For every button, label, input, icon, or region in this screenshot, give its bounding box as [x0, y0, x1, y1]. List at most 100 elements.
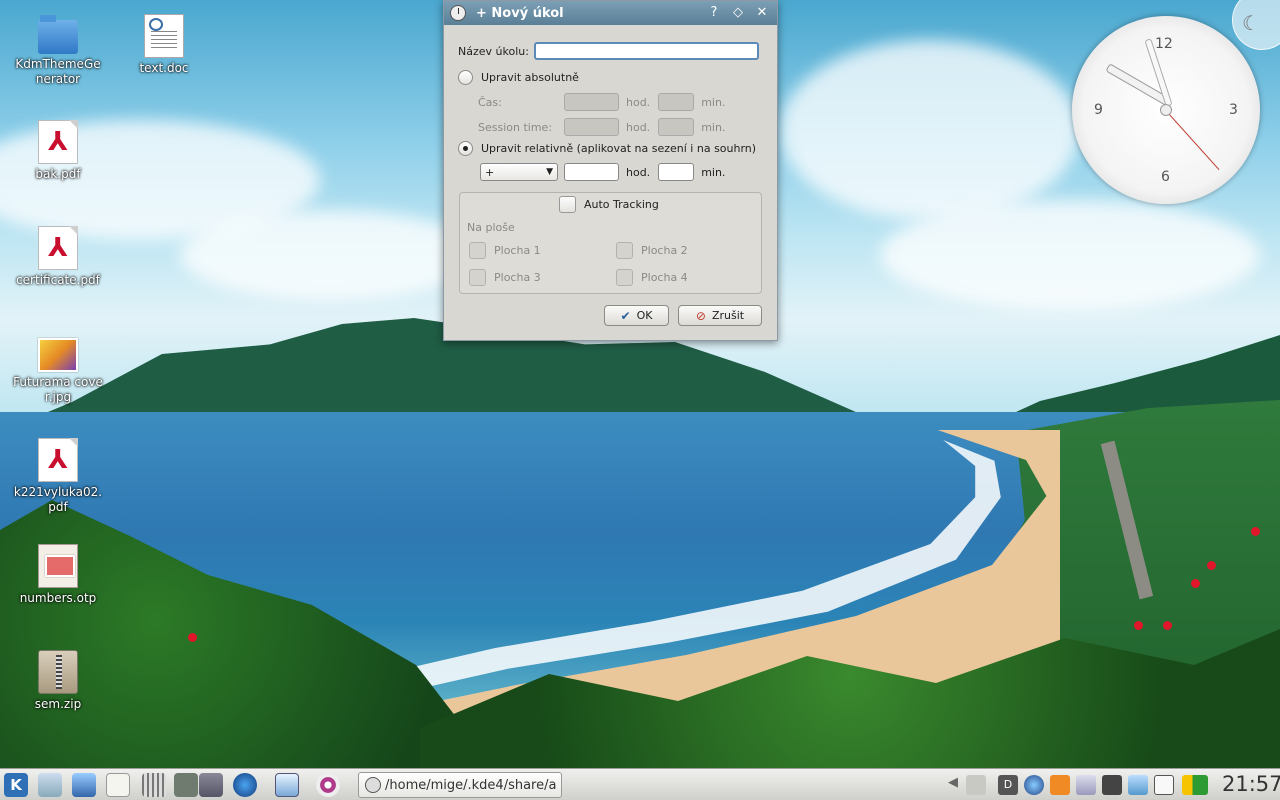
desktop-icon-sem-zip[interactable]: sem.zip [13, 650, 103, 712]
desktop-2-checkbox [616, 242, 633, 259]
task-button-ktimetracker[interactable]: /home/mige/.kde4/share/a [358, 772, 562, 798]
desktop-icon-label: KdmThemeGenerator [15, 57, 101, 86]
desktop-1-option: Plocha 1 [469, 242, 541, 259]
desktop-icon-label: text.doc [139, 61, 189, 75]
relative-radio[interactable] [458, 141, 473, 156]
desktop-1-checkbox [469, 242, 486, 259]
desktop-4-label: Plocha 4 [641, 271, 688, 284]
cancel-label: Zrušit [711, 309, 745, 322]
relative-sign-value: + [485, 165, 495, 179]
show-hidden-icon[interactable]: ◀ [948, 775, 960, 795]
text-editor-icon[interactable] [106, 773, 130, 797]
time-minutes-input [658, 93, 695, 111]
relative-minutes-input[interactable] [658, 163, 695, 181]
checkmark-icon: ✔ [620, 308, 631, 323]
desktop-icon-k221vyluka02-pdf[interactable]: k221vyluka02.pdf [13, 438, 103, 515]
desktop-icon-label: Futurama cover.jpg [13, 375, 103, 404]
desktop-icon-bak-pdf[interactable]: bak.pdf [13, 120, 103, 182]
dictionary-icon[interactable]: D [998, 775, 1018, 795]
desktop-icon-kdmthemegenerator[interactable]: KdmThemeGenerator [13, 14, 103, 87]
ktimetracker-task-icon [365, 777, 381, 793]
cloud [780, 40, 1080, 220]
task-name-input[interactable] [533, 42, 759, 60]
desktop-2-option: Plocha 2 [616, 242, 688, 259]
desktop-4-checkbox [616, 269, 633, 286]
download-icon[interactable] [1128, 775, 1148, 795]
relative-inputs-row: + ▼ hod. min. [480, 163, 725, 181]
home-folder-icon[interactable] [72, 773, 96, 797]
new-task-dialog: + Nový úkol ? ◇ ✕ Název úkolu: Upravit a… [443, 0, 778, 341]
desktop-icon-label: sem.zip [34, 697, 82, 711]
printer-icon[interactable] [1102, 775, 1122, 795]
image-icon [38, 338, 78, 372]
clock-center-cap [1160, 104, 1172, 116]
auto-tracking-label: Auto Tracking [584, 198, 659, 211]
desktop-icon-numbers-otp[interactable]: numbers.otp [13, 544, 103, 606]
session-hours-input [564, 118, 619, 136]
flower [1251, 527, 1260, 536]
desktop-3-label: Plocha 3 [494, 271, 541, 284]
computer-icon[interactable] [38, 773, 62, 797]
kde-menu-icon[interactable]: K [4, 773, 28, 797]
battery-icon[interactable] [1182, 775, 1208, 795]
pager-icon[interactable] [199, 773, 223, 797]
cancel-button[interactable]: ⊘ Zrušit [678, 305, 762, 326]
analog-clock-widget[interactable]: 12 3 6 9 [1072, 16, 1260, 204]
session-minutes-input [658, 118, 695, 136]
flower [1163, 621, 1172, 630]
desktop-3-option: Plocha 3 [469, 269, 541, 286]
task-name-row: Název úkolu: [458, 42, 759, 60]
network-icon[interactable] [1024, 775, 1044, 795]
help-button[interactable]: ? [705, 4, 723, 22]
presentation-icon [38, 544, 78, 588]
time-row: Čas: hod. min. [478, 93, 725, 111]
clipboard-icon[interactable] [1076, 775, 1096, 795]
notes-icon[interactable] [275, 773, 299, 797]
absolute-option[interactable]: Upravit absolutně [458, 70, 579, 85]
shade-button[interactable]: ◇ [729, 4, 747, 22]
desktop-group-label: Na ploše [467, 221, 515, 234]
eye-icon[interactable] [316, 773, 340, 797]
volume-icon[interactable] [966, 775, 986, 795]
desktop-icon-label: bak.pdf [35, 167, 81, 181]
absolute-radio[interactable] [458, 70, 473, 85]
session-time-row: Session time: hod. min. [478, 118, 725, 136]
file-manager-icon[interactable] [174, 773, 198, 797]
session-minutes-unit: min. [701, 120, 726, 134]
dialog-titlebar[interactable]: + Nový úkol ? ◇ ✕ [444, 1, 777, 25]
flower [1207, 561, 1216, 570]
desktop-icon-futurama-cover[interactable]: Futurama cover.jpg [13, 332, 103, 405]
auto-tracking-option[interactable]: Auto Tracking [559, 196, 659, 213]
ok-button[interactable]: ✔ OK [604, 305, 669, 326]
relative-option[interactable]: Upravit relativně (aplikovat na sezení i… [458, 141, 756, 156]
flower [1134, 621, 1143, 630]
relative-label: Upravit relativně (aplikovat na sezení i… [481, 142, 757, 155]
desktop-3-checkbox [469, 269, 486, 286]
cloud [180, 210, 480, 300]
time-hours-unit: hod. [626, 95, 651, 109]
relative-hours-input[interactable] [564, 163, 619, 181]
relative-hours-unit: hod. [626, 165, 651, 179]
desktop-icon-text-doc[interactable]: text.doc [119, 14, 209, 76]
desktop-icon-label: k221vyluka02.pdf [13, 485, 103, 514]
calculator-icon[interactable] [142, 773, 166, 797]
desktop-icon-certificate-pdf[interactable]: certificate.pdf [13, 226, 103, 288]
auto-tracking-checkbox[interactable] [559, 196, 576, 213]
ok-label: OK [636, 309, 653, 322]
desktop-2-label: Plocha 2 [641, 244, 688, 257]
relative-sign-select[interactable]: + ▼ [480, 163, 558, 181]
flower [1191, 579, 1200, 588]
digital-clock[interactable]: 21:57 [1222, 772, 1280, 796]
flower [188, 633, 197, 642]
pdf-icon [38, 120, 78, 164]
globe-icon[interactable] [233, 773, 257, 797]
relative-minutes-unit: min. [701, 165, 726, 179]
desktop-1-label: Plocha 1 [494, 244, 541, 257]
device-icon[interactable] [1154, 775, 1174, 795]
close-button[interactable]: ✕ [753, 4, 771, 22]
clock-number-12: 12 [1155, 36, 1173, 52]
rss-icon[interactable] [1050, 775, 1070, 795]
session-hours-unit: hod. [626, 120, 651, 134]
clock-number-6: 6 [1161, 169, 1170, 185]
ktimetracker-icon [450, 5, 466, 21]
